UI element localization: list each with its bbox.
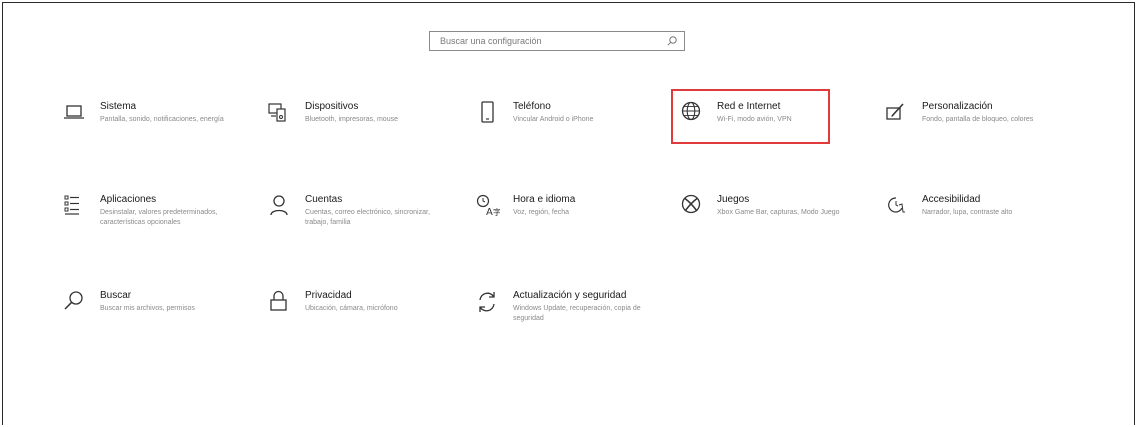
tile-title: Actualización y seguridad [513,290,627,301]
search-icon[interactable] [666,35,678,47]
tile-title: Cuentas [305,194,343,205]
person-icon [268,194,292,218]
tile-sistema[interactable]: Sistema Pantalla, sonido, notificaciones… [63,101,253,161]
svg-text:字: 字 [493,207,500,217]
search-input[interactable] [430,32,658,50]
tile-description: Buscar mis archivos, permisos [100,305,195,312]
tile-hora-e-idioma[interactable]: A字 Hora e idioma Voz, región, fecha [476,194,666,254]
devices-icon [268,101,292,125]
tile-actualizacion-y-seguridad[interactable]: Actualización y seguridad Windows Update… [476,290,666,350]
time-language-icon: A字 [476,194,500,218]
tile-buscar[interactable]: Buscar Buscar mis archivos, permisos [63,290,253,350]
tile-cuentas[interactable]: Cuentas Cuentas, correo electrónico, sin… [268,194,458,254]
phone-icon [476,101,500,125]
tile-telefono[interactable]: Teléfono Vincular Android o iPhone [476,101,666,161]
tile-dispositivos[interactable]: Dispositivos Bluetooth, impresoras, mous… [268,101,458,161]
selection-highlight [671,89,830,144]
tile-description: Windows Update, recuperación, copia de s… [513,305,641,322]
search-box[interactable] [429,31,685,51]
apps-list-icon [63,194,87,218]
tile-description: Vincular Android o iPhone [513,116,594,123]
tile-title: Teléfono [513,101,551,112]
laptop-icon [63,101,87,125]
xbox-icon [680,194,704,218]
tile-personalizacion[interactable]: Personalización Fondo, pantalla de bloqu… [885,101,1075,161]
tile-accesibilidad[interactable]: Accesibilidad Narrador, lupa, contraste … [885,194,1075,254]
tile-title: Dispositivos [305,101,359,112]
tile-title: Accesibilidad [922,194,981,205]
magnifier-icon [63,290,87,314]
tile-title: Aplicaciones [100,194,157,205]
tile-description: Fondo, pantalla de bloqueo, colores [922,116,1034,123]
sync-icon [476,290,500,314]
tile-description: Voz, región, fecha [513,209,570,216]
tile-juegos[interactable]: Juegos Xbox Game Bar, capturas, Modo Jue… [680,194,870,254]
personalization-icon [885,101,909,125]
tile-privacidad[interactable]: Privacidad Ubicación, cámara, micrófono [268,290,458,350]
tile-title: Juegos [717,194,750,205]
tile-title: Hora e idioma [513,194,576,205]
tile-aplicaciones[interactable]: Aplicaciones Desinstalar, valores predet… [63,194,253,254]
tile-description: Desinstalar, valores predeterminados, ca… [100,209,218,226]
tile-description: Bluetooth, impresoras, mouse [305,116,398,123]
lock-icon [268,290,292,314]
tile-description: Ubicación, cámara, micrófono [305,305,398,312]
svg-text:A: A [486,207,493,218]
accessibility-icon [885,194,909,218]
tile-description: Cuentas, correo electrónico, sincronizar… [305,209,430,226]
tile-title: Privacidad [305,290,352,301]
tile-title: Personalización [922,101,993,112]
tile-title: Sistema [100,101,137,112]
tile-title: Buscar [100,290,132,301]
tile-description: Xbox Game Bar, capturas, Modo Juego [717,209,840,216]
tile-description: Narrador, lupa, contraste alto [922,209,1013,216]
tile-description: Pantalla, sonido, notificaciones, energí… [100,116,224,123]
